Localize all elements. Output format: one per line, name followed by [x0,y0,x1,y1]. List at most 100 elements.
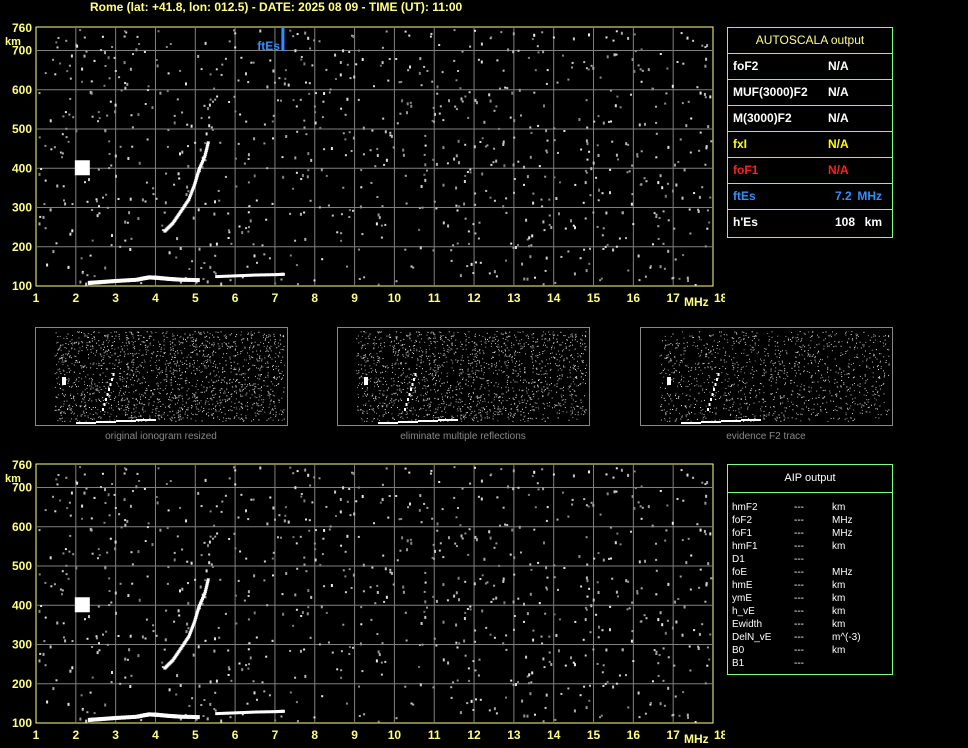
aip-title: AIP output [728,465,892,493]
ftes-annotation: ftEs [257,39,280,53]
ionogram-bottom: 1 2 3 4 5 6 7 8 9 10 11 12 13 14 15 16 17 181002003004005… [5,458,725,746]
param-label: foF1 [733,163,759,177]
x-tick-label: 10 [388,291,402,305]
x-tick-label: 6 [232,291,239,305]
aip-param-name: h_vE [732,606,755,617]
aip-param-name: hmF1 [732,541,758,552]
x-tick-label: 3 [112,291,119,305]
aip-param-unit: km [832,580,846,591]
x-tick-label: 12 [467,291,481,305]
x-tick-label: 1 [33,291,40,305]
y-tick-label: 200 [12,240,32,254]
aip-param-value: --- [794,502,804,513]
x-tick-label: 17 [666,291,680,305]
autoscala-row: fxI N/A [728,132,892,158]
y-tick-label: 300 [12,638,32,652]
thumbnail-original [35,327,288,426]
x-tick-label: 3 [112,728,119,742]
aip-param-name: D1 [732,554,745,565]
x-tick-label: 2 [72,728,79,742]
aip-param-name: hmE [732,580,753,591]
trace-point [206,141,210,145]
y-tick-label: 500 [12,559,32,573]
aip-param-name: hmF2 [732,502,758,513]
y-tick-label: 400 [12,598,32,612]
aip-param-unit: km [832,619,846,630]
param-label: fxI [733,137,748,151]
y-tick-label: 600 [12,83,32,97]
param-label: h'Es [733,215,758,229]
aip-param-value: --- [794,541,804,552]
aip-row: ymE --- km [728,592,892,605]
param-unit: km [864,215,882,229]
aip-param-unit: m^(-3) [832,632,861,643]
x-tick-label: 7 [272,291,279,305]
x-tick-label: 4 [152,291,159,305]
x-tick-label: 8 [311,291,318,305]
x-tick-label: 8 [311,728,318,742]
thumb-marker [62,377,66,385]
aip-param-unit: MHz [832,567,853,578]
y-tick-label: 100 [12,279,32,293]
thumb-marker [667,377,671,385]
aip-param-unit: km [832,645,846,656]
x-tick-label: 14 [547,728,561,742]
x-tick-label: 7 [272,728,279,742]
x-tick-label: 16 [627,291,641,305]
x-tick-label: 5 [192,291,199,305]
aip-row: DelN_vE --- m^(-3) [728,631,892,644]
x-tick-label: 2 [72,291,79,305]
aip-param-name: B0 [732,645,745,656]
aip-param-unit: km [832,502,846,513]
trace-point [281,709,285,713]
y-tick-label: 300 [12,201,32,215]
aip-row: D1 --- [728,553,892,566]
y-tick-label: 100 [12,716,32,730]
aip-row: foE --- MHz [728,566,892,579]
autoscala-row: ftEs 7.2 MHz [728,184,892,210]
aip-param-value: --- [794,567,804,578]
aip-row: foF1 --- MHz [728,527,892,540]
caption-eliminate: eliminate multiple reflections [400,431,526,442]
y-axis-label: km [5,36,21,48]
x-tick-label: 5 [192,728,199,742]
calibration-marker [74,597,90,613]
caption-original: original ionogram resized [105,431,217,442]
x-axis-label: MHz [684,295,709,309]
x-tick-label: 13 [507,291,521,305]
aip-param-value: --- [794,645,804,656]
aip-row: hmF1 --- km [728,540,892,553]
x-tick-label: 18 [714,728,725,742]
x-tick-label: 17 [666,728,680,742]
y-tick-label: 500 [12,122,32,136]
param-value: N/A [828,163,849,177]
aip-param-unit: km [832,606,846,617]
param-value: N/A [828,137,849,151]
aip-param-value: --- [794,632,804,643]
trace-point [196,715,200,720]
aip-param-name: foF2 [732,515,753,526]
aip-row: B1 --- [728,657,892,670]
aip-param-name: foF1 [732,528,753,539]
aip-param-value: --- [794,554,804,565]
aip-param-value: --- [794,515,804,526]
x-tick-label: 6 [232,728,239,742]
y-tick-label: 600 [12,520,32,534]
aip-param-value: --- [794,593,804,604]
x-tick-label: 11 [428,291,441,305]
x-tick-label: 18 [714,291,725,305]
x-tick-label: 4 [152,728,159,742]
aip-param-value: --- [794,580,804,591]
aip-param-value: --- [794,606,804,617]
aip-param-value: --- [794,528,804,539]
param-value: 108 [835,215,856,229]
aip-param-name: ymE [732,593,752,604]
aip-row: Ewidth --- km [728,618,892,631]
y-axis-label: km [5,473,21,485]
x-tick-label: 1 [33,728,40,742]
aip-row: foF2 --- MHz [728,514,892,527]
aip-param-name: foE [732,567,748,578]
x-tick-label: 16 [627,728,641,742]
aip-panel: AIP output hmF2 --- km foF2 --- MHz foF1 --- MHz… [727,464,893,675]
param-value: N/A [828,85,849,99]
